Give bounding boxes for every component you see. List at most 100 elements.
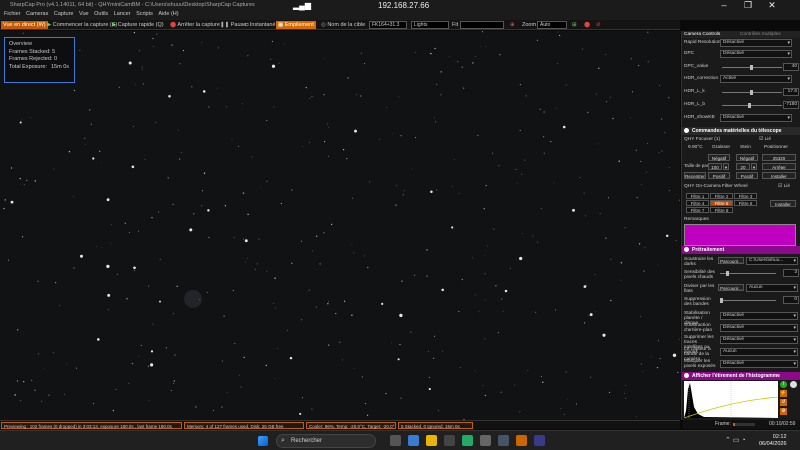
menu-lancer[interactable]: Lancer [114, 11, 131, 17]
quick-capture-button[interactable]: ▶ Capture rapide (Q) [110, 21, 166, 29]
cam-row-number[interactable]: -7150 [783, 101, 799, 109]
satellites-dropdown[interactable]: Désactivé [720, 336, 798, 344]
step-size-1[interactable]: 100 [708, 163, 722, 170]
stabilisation-dropdown[interactable]: Désactivé [720, 312, 798, 320]
notes-area[interactable] [684, 224, 796, 246]
taskbar-clock[interactable]: 02:12 06/04/2026 [759, 434, 787, 448]
tool-icon-3[interactable]: ⊘ [594, 21, 603, 29]
cam-row-dropdown[interactable]: Activé [720, 75, 792, 83]
stop-capture-button[interactable]: ⬤ Arrêter la capture [168, 21, 222, 29]
hardware-section-header[interactable]: Commandes matérielles du télescope [682, 127, 800, 135]
hotpixel-value[interactable]: 3 [783, 269, 799, 277]
explorer-icon[interactable] [426, 435, 437, 446]
filter-7[interactable]: Filtre 7 [686, 207, 709, 213]
start-capture-button[interactable]: ▶ Commencer la capture (S) [45, 21, 119, 29]
menu-cameras[interactable]: Cameras [26, 11, 48, 17]
cam-row-number[interactable]: 17.6 [783, 88, 799, 96]
app-icon-6[interactable] [534, 435, 545, 446]
slider-thumb[interactable] [720, 298, 723, 303]
browse-darks-button[interactable]: Parcourir... [718, 257, 744, 264]
browse-flats-button[interactable]: Parcourir... [718, 284, 744, 291]
sensor-band-dropdown[interactable]: Aucun [720, 348, 798, 356]
tool-icon-2[interactable]: ⬤ [582, 21, 592, 29]
negative-button-1[interactable]: Négatif [708, 154, 730, 161]
positive-button-1[interactable]: Positif [708, 172, 730, 179]
frame-type-select[interactable]: Lights [411, 21, 449, 29]
taskview-icon[interactable] [390, 435, 401, 446]
lightning-icon[interactable]: ⚡ [780, 390, 787, 397]
filter-8[interactable]: Filtre 8 [710, 207, 733, 213]
positive-button-2[interactable]: Positif [736, 172, 758, 179]
filterwheel-link[interactable]: ☑ Lié [778, 184, 790, 189]
step-size-2[interactable]: 20 [736, 163, 750, 170]
reset-icon[interactable]: ↺ [780, 399, 787, 406]
cam-row-number[interactable]: 40 [783, 63, 799, 71]
banding-value[interactable]: 0 [783, 296, 799, 304]
cam-row-dropdown[interactable]: Désactivé [720, 50, 792, 58]
system-tray-icons[interactable]: ⌃ ▭ ◔ [725, 436, 746, 444]
taskbar-search[interactable]: ⌕ Rechercher [276, 434, 376, 448]
app-icon-1[interactable] [408, 435, 419, 446]
filter-6[interactable]: Filtre 6 [734, 200, 757, 206]
focuser-link[interactable]: ☑ Lié [759, 137, 771, 142]
recenter-button[interactable]: Recentrer [684, 172, 706, 179]
windows-start-icon[interactable] [258, 436, 268, 446]
app-icon-2[interactable] [444, 435, 455, 446]
background-dropdown[interactable]: Désactivé [720, 324, 798, 332]
filter-5[interactable]: Filtre 5 [710, 200, 733, 206]
slider-thumb[interactable] [726, 271, 729, 276]
cam-row-dropdown[interactable]: Désactivé [720, 39, 792, 47]
banding-slider[interactable] [720, 298, 776, 303]
preprocessing-section-header[interactable]: Prétraitement [682, 246, 800, 254]
darks-file[interactable]: C:\Users\shuu... [746, 257, 798, 265]
install-button-2[interactable]: Installer [770, 200, 796, 207]
app-icon-5[interactable] [498, 435, 509, 446]
zoom-select[interactable]: Auto [537, 21, 567, 29]
filter-3[interactable]: Filtre 3 [734, 193, 757, 199]
slider-thumb[interactable] [750, 65, 753, 70]
menu-aide[interactable]: Aide (H) [158, 11, 178, 17]
menu-scripts[interactable]: Scripts [136, 11, 153, 17]
menu-fichier[interactable]: Fichier [4, 11, 21, 17]
slider-thumb[interactable] [748, 103, 751, 108]
sharpcap-taskbar-icon[interactable] [516, 435, 527, 446]
app-icon-3[interactable] [462, 435, 473, 446]
install-button-1[interactable]: Installer [762, 172, 796, 179]
stacking-button[interactable]: ▦ Empilement [276, 21, 316, 29]
settings-icon[interactable]: ⚙ [780, 408, 787, 415]
restore-icon[interactable]: ❐ [738, 0, 758, 11]
frame-progress-track[interactable] [733, 423, 755, 426]
tab-multi-controls[interactable]: Contrôles multiples [740, 31, 781, 38]
step-size-1-spin[interactable]: ▾ [723, 163, 729, 170]
negative-button-2[interactable]: Négatif [736, 154, 758, 161]
app-icon-4[interactable] [480, 435, 491, 446]
dpc-slider[interactable] [722, 65, 782, 70]
menu-capture[interactable]: Capture [54, 11, 74, 17]
info-icon[interactable]: i [780, 381, 787, 388]
histogram-chart[interactable] [683, 381, 779, 419]
tool-icon-1[interactable]: ⊞ [570, 21, 579, 29]
contrast-icon[interactable] [790, 381, 797, 388]
minimize-icon[interactable]: – [714, 0, 734, 10]
zoom-icon[interactable]: ⊕ [508, 21, 517, 29]
menu-outils[interactable]: Outils [94, 11, 108, 17]
live-view-button[interactable]: Vue en direct (W) [1, 21, 48, 29]
fit-select[interactable] [460, 21, 504, 29]
camera-preview[interactable] [0, 31, 680, 420]
tab-camera-controls[interactable]: Camera Controls [684, 31, 720, 38]
menu-vue[interactable]: Vue [79, 11, 89, 17]
flats-file[interactable]: Aucun [746, 284, 798, 292]
position-value[interactable]: 25320 [762, 154, 796, 161]
step-size-2-spin[interactable]: ▾ [751, 163, 757, 170]
hotpixel-slider[interactable] [720, 271, 776, 276]
filter-2[interactable]: Filtre 2 [710, 193, 733, 199]
snapshot-button[interactable]: ◘ Instantané [243, 21, 278, 29]
mask-dropdown[interactable]: Désactivé [720, 360, 798, 368]
hdr-lb-slider[interactable] [722, 103, 782, 108]
close-icon[interactable]: ✕ [762, 0, 782, 11]
slider-thumb[interactable] [750, 90, 753, 95]
filter-1[interactable]: Filtre 1 [686, 193, 709, 199]
stop-button[interactable]: Arrêter [762, 163, 796, 170]
hdr-lk-slider[interactable] [722, 90, 782, 95]
cam-row-dropdown[interactable]: Désactivé [720, 114, 792, 122]
